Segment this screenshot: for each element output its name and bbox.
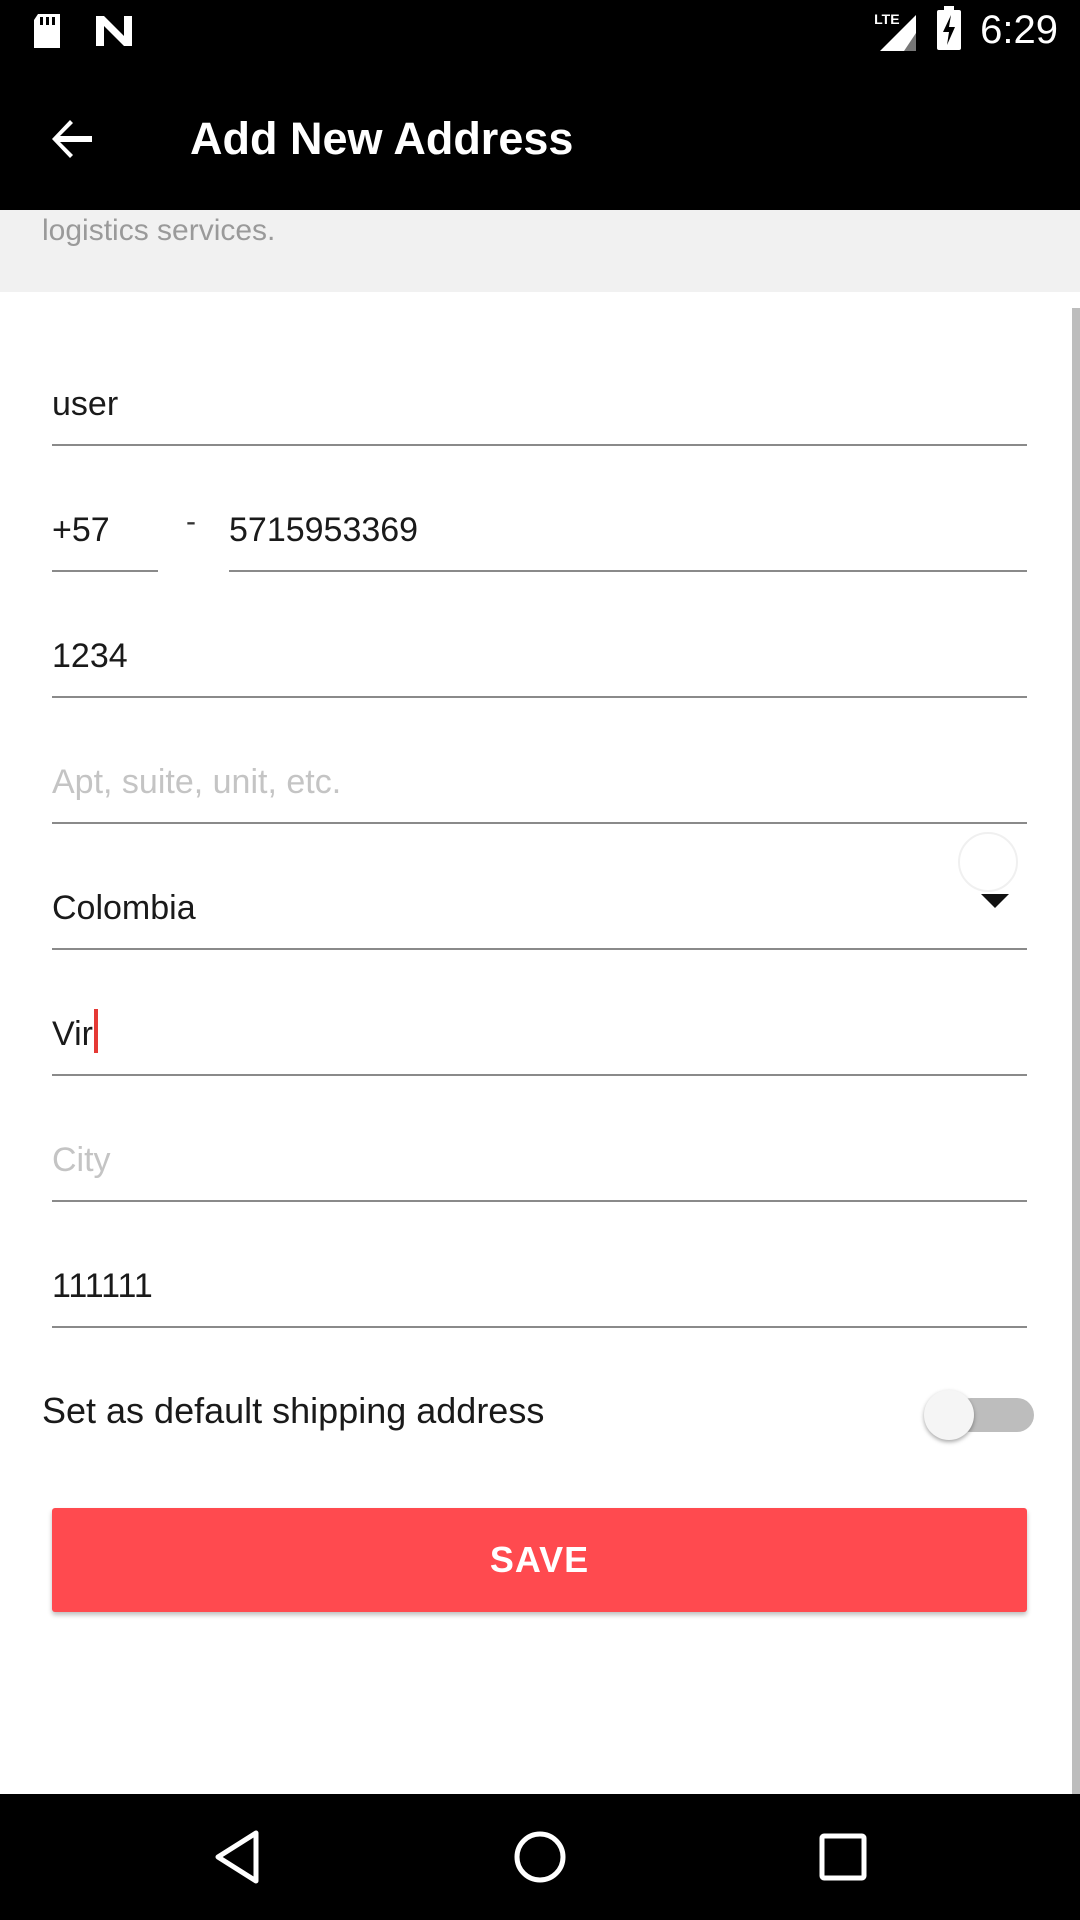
apt-placeholder: Apt, suite, unit, etc. xyxy=(52,763,342,801)
default-address-label: Set as default shipping address xyxy=(42,1390,545,1431)
scrollbar[interactable] xyxy=(1072,308,1080,1794)
country-value: Colombia xyxy=(52,889,196,927)
sd-card-icon xyxy=(30,12,64,55)
nav-back-icon xyxy=(215,1830,259,1884)
nav-home-button[interactable] xyxy=(505,1822,575,1892)
apt-field[interactable]: Apt, suite, unit, etc. xyxy=(52,698,1027,824)
country-dropdown[interactable]: Colombia xyxy=(52,824,1027,950)
phone-number-value: 5715953369 xyxy=(229,511,419,549)
notice-strip: logistics services. xyxy=(0,210,1080,292)
lte-signal-icon: LTE xyxy=(874,9,918,53)
street-field[interactable]: 1234 xyxy=(52,572,1027,698)
state-value: Vir xyxy=(52,1015,93,1053)
city-field[interactable]: City xyxy=(52,1076,1027,1202)
nav-recents-button[interactable] xyxy=(808,1822,878,1892)
status-right-icons: LTE 6:29 xyxy=(874,6,1058,55)
state-field[interactable]: Vir xyxy=(52,950,1027,1076)
zip-value: 111111 xyxy=(52,1267,153,1305)
status-bar: LTE 6:29 xyxy=(0,0,1080,63)
nav-home-icon xyxy=(514,1831,566,1883)
ripple-indicator xyxy=(958,832,1018,892)
back-button[interactable] xyxy=(40,107,104,171)
nav-back-button[interactable] xyxy=(202,1822,272,1892)
phone-code-field[interactable]: +57 xyxy=(52,446,158,572)
save-label: SAVE xyxy=(489,1539,590,1580)
state-value-wrap: Vir xyxy=(52,1009,98,1054)
save-button[interactable]: SAVE xyxy=(52,1508,1027,1612)
phone-separator: - xyxy=(186,505,196,538)
n-notification-icon xyxy=(94,14,134,53)
page-title: Add New Address xyxy=(190,113,574,164)
dropdown-arrow-icon xyxy=(981,894,1009,908)
app-bar: Add New Address xyxy=(0,63,1080,210)
navigation-bar xyxy=(0,1794,1080,1920)
address-form: logistics services. user +57 - 571595336… xyxy=(0,210,1080,1794)
clock: 6:29 xyxy=(980,8,1058,52)
phone-code-value: +57 xyxy=(52,511,110,549)
name-field[interactable]: user xyxy=(52,320,1027,446)
default-address-row: Set as default shipping address xyxy=(42,1370,1034,1450)
city-placeholder: City xyxy=(52,1141,111,1179)
notice-text: logistics services. xyxy=(42,214,276,247)
arrow-back-icon xyxy=(52,120,92,158)
name-value: user xyxy=(52,385,119,423)
toggle-thumb[interactable] xyxy=(924,1390,974,1440)
phone-number-field[interactable]: 5715953369 xyxy=(229,446,1027,572)
battery-charging-icon xyxy=(936,6,962,55)
nav-recents-icon xyxy=(819,1833,867,1881)
status-left-icons xyxy=(30,12,134,55)
zip-field[interactable]: 111111 xyxy=(52,1202,1027,1328)
text-cursor xyxy=(93,1009,98,1053)
street-value: 1234 xyxy=(52,637,128,675)
